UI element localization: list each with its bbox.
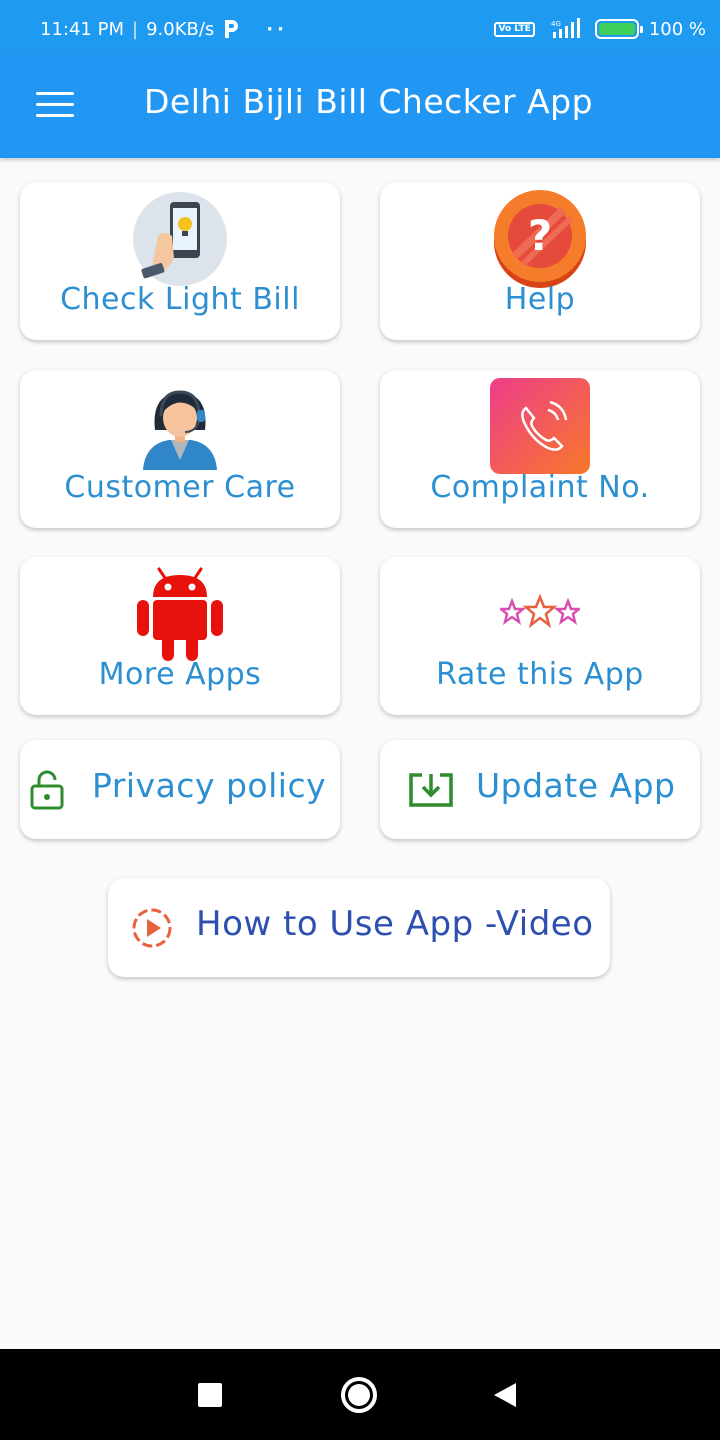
app-title: Delhi Bijli Bill Checker App: [144, 82, 594, 121]
customer-care-card[interactable]: Customer Care: [20, 370, 340, 528]
customer-care-label: Customer Care: [64, 470, 296, 505]
svg-text:?: ?: [528, 211, 552, 260]
help-label: Help: [504, 282, 576, 317]
status-separator: |: [131, 18, 139, 40]
more-apps-card[interactable]: More Apps: [20, 557, 340, 715]
home-button-inner: [348, 1384, 370, 1406]
play-video-icon: [132, 908, 172, 948]
signal-icon: 4G: [551, 18, 580, 38]
privacy-policy-card[interactable]: Privacy policy: [20, 740, 340, 839]
signal-label: 4G: [551, 20, 561, 28]
home-button[interactable]: [341, 1377, 377, 1413]
app-bar: Delhi Bijli Bill Checker App: [0, 52, 720, 158]
status-left: 11:41 PM | 9.0KB/s ··: [40, 18, 288, 40]
battery-fill: [598, 23, 635, 35]
phone-call-icon: [490, 378, 590, 474]
recents-button[interactable]: [198, 1383, 222, 1407]
more-apps-label: More Apps: [98, 657, 262, 692]
android-icon: [137, 567, 223, 661]
update-app-card[interactable]: Update App: [380, 740, 700, 839]
volte-icon: Vo LTE: [494, 21, 535, 37]
status-time: 11:41 PM: [40, 18, 124, 40]
how-to-use-video-button[interactable]: How to Use App -Video: [108, 878, 610, 977]
help-icon: ?: [494, 190, 586, 288]
update-app-label: Update App: [476, 766, 676, 805]
status-bar: 11:41 PM | 9.0KB/s ·· Vo LTE 4G 100 %: [0, 0, 720, 52]
how-to-use-video-label: How to Use App -Video: [196, 904, 594, 944]
system-nav-bar: [0, 1349, 720, 1440]
privacy-policy-label: Privacy policy: [92, 766, 327, 805]
help-card[interactable]: ? Help: [380, 182, 700, 340]
battery-percent: 100 %: [648, 18, 706, 40]
customer-care-agent-icon: [143, 390, 217, 470]
complaint-no-card[interactable]: Complaint No.: [380, 370, 700, 528]
rate-this-app-card[interactable]: Rate this App: [380, 557, 700, 715]
lock-icon: [30, 770, 64, 810]
battery-icon: [594, 19, 643, 39]
check-light-bill-label: Check Light Bill: [60, 282, 300, 317]
stars-icon: [500, 593, 580, 629]
complaint-no-label: Complaint No.: [430, 470, 650, 505]
rate-this-app-label: Rate this App: [436, 657, 644, 692]
status-right: Vo LTE 4G 100 %: [494, 18, 706, 40]
download-icon: [409, 773, 453, 807]
parking-app-icon: [225, 20, 239, 38]
status-dots: ··: [266, 18, 288, 40]
phone-bulb-icon: [133, 192, 227, 286]
back-button[interactable]: [492, 1381, 518, 1409]
menu-icon[interactable]: [36, 92, 76, 118]
check-light-bill-card[interactable]: Check Light Bill: [20, 182, 340, 340]
status-speed: 9.0KB/s: [146, 18, 215, 40]
